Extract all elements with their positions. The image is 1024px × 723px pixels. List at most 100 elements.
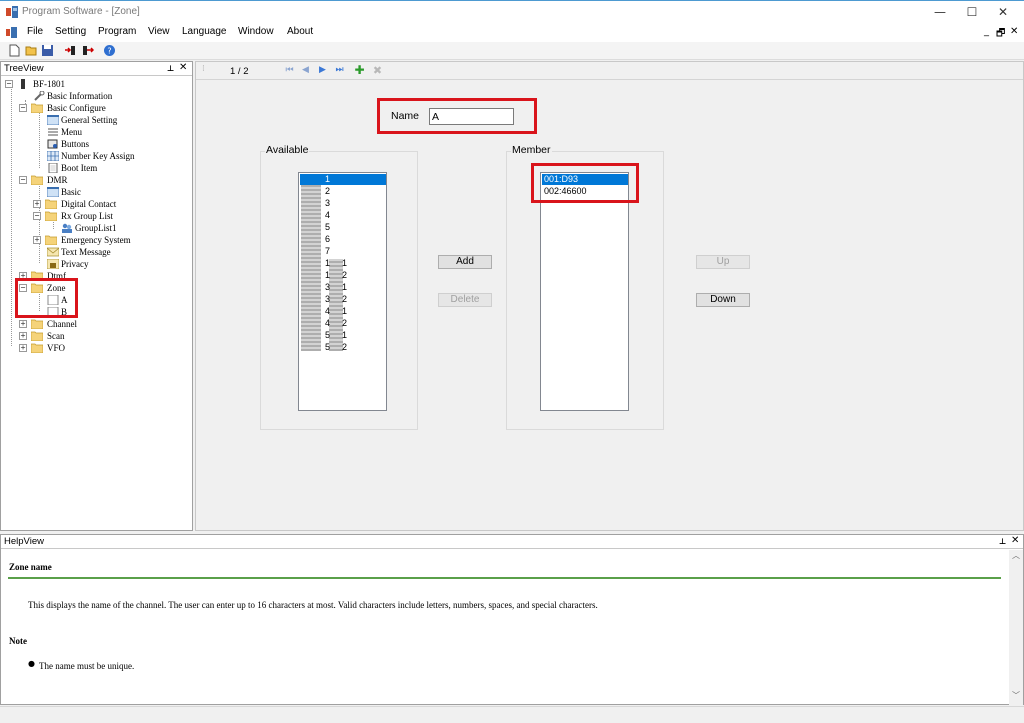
- list-item[interactable]: 1: [300, 258, 330, 269]
- first-record-icon[interactable]: ⏮: [284, 65, 295, 76]
- list-item[interactable]: 3: [300, 282, 330, 293]
- tree-node-dmr[interactable]: − DMR: [19, 174, 189, 186]
- expand-icon[interactable]: +: [19, 332, 27, 340]
- wrench-icon: [34, 91, 45, 101]
- tree-node-channel[interactable]: + Channel: [19, 318, 189, 330]
- tree-node-root[interactable]: − BF-1801: [5, 78, 185, 90]
- tree-label: VFO: [47, 343, 66, 353]
- new-icon[interactable]: [8, 44, 21, 57]
- tree-node-grouplist1[interactable]: GroupList1: [61, 222, 191, 234]
- close-icon[interactable]: ✕: [1011, 535, 1019, 546]
- list-item[interactable]: 1: [300, 270, 330, 281]
- list-item[interactable]: 4: [300, 210, 330, 221]
- next-record-icon[interactable]: ▶: [317, 65, 328, 76]
- menu-view[interactable]: View: [148, 26, 170, 37]
- mdi-minimize-button[interactable]: _: [984, 26, 989, 37]
- tree-label: Menu: [61, 127, 82, 137]
- expand-icon[interactable]: +: [33, 200, 41, 208]
- zone-editor: ⁞ 1 / 2 ⏮ ◀ ▶ ⏭ ✚ ✖ Name Available 1 2 3…: [195, 61, 1024, 531]
- save-icon[interactable]: [41, 44, 54, 57]
- menu-language[interactable]: Language: [182, 26, 227, 37]
- add-button[interactable]: Add: [438, 255, 492, 269]
- tree-node-scan[interactable]: + Scan: [19, 330, 189, 342]
- list-item-suffix: 2: [342, 318, 348, 328]
- close-icon[interactable]: ✕: [179, 62, 187, 73]
- collapse-icon[interactable]: −: [19, 176, 27, 184]
- collapse-icon[interactable]: −: [33, 212, 41, 220]
- member-list[interactable]: 001:D93 002:46600: [540, 172, 629, 411]
- tree-node-privacy[interactable]: Privacy: [47, 258, 192, 270]
- previous-record-icon[interactable]: ◀: [300, 65, 311, 76]
- tree-label: Number Key Assign: [61, 151, 135, 161]
- tree-node-general-setting[interactable]: General Setting: [47, 114, 192, 126]
- tree-node-boot-item[interactable]: Boot Item: [47, 162, 192, 174]
- highlight-member-items: [531, 163, 639, 203]
- menu-file[interactable]: File: [27, 26, 43, 37]
- highlight-zone-items: [15, 278, 78, 318]
- tree-label: Basic Configure: [47, 103, 106, 113]
- up-button[interactable]: Up: [696, 255, 750, 269]
- tree-node-dmr-basic[interactable]: Basic: [47, 186, 192, 198]
- menu-setting[interactable]: Setting: [55, 26, 86, 37]
- list-item[interactable]: 4: [300, 318, 330, 329]
- mdi-restore-button[interactable]: 🗗: [996, 26, 1005, 43]
- list-item[interactable]: 3: [300, 198, 330, 209]
- list-item-suffix: 2: [342, 342, 348, 352]
- list-item-suffix: 1: [342, 306, 348, 316]
- list-item[interactable]: 2: [300, 186, 330, 197]
- keypad-icon: [47, 151, 59, 161]
- close-window-button[interactable]: ✕: [986, 1, 1020, 23]
- scroll-up-icon[interactable]: ︿: [1012, 550, 1020, 561]
- maximize-button[interactable]: ☐: [955, 1, 989, 23]
- tree-label: General Setting: [61, 115, 118, 125]
- add-record-icon[interactable]: ✚: [354, 64, 365, 76]
- list-item[interactable]: 5: [300, 330, 330, 341]
- list-item-suffix: 2: [342, 270, 348, 280]
- list-item[interactable]: 4: [300, 306, 330, 317]
- pin-icon[interactable]: ⊥: [999, 537, 1006, 546]
- mdi-close-button[interactable]: ✕: [1010, 26, 1018, 37]
- menu-about[interactable]: About: [287, 26, 313, 37]
- menu-program[interactable]: Program: [98, 26, 136, 37]
- menu-window[interactable]: Window: [238, 26, 274, 37]
- list-item[interactable]: 7: [300, 246, 330, 257]
- available-list[interactable]: 1 2 3 4 5 6 7 1 1 3 3 4 4 5 5 1 2 1 2 1 …: [298, 172, 387, 411]
- tree-node-vfo[interactable]: + VFO: [19, 342, 189, 354]
- delete-button[interactable]: Delete: [438, 293, 492, 307]
- tree-node-basic-information[interactable]: Basic Information: [33, 90, 193, 102]
- read-radio-icon[interactable]: [64, 44, 77, 57]
- last-record-icon[interactable]: ⏭: [334, 65, 345, 76]
- down-button[interactable]: Down: [696, 293, 750, 307]
- list-item[interactable]: 1: [300, 174, 386, 185]
- tree-node-digital-contact[interactable]: + Digital Contact: [33, 198, 193, 210]
- minimize-button[interactable]: —: [923, 1, 957, 23]
- tree-node-menu[interactable]: Menu: [47, 126, 192, 138]
- write-radio-icon[interactable]: [81, 44, 94, 57]
- expand-icon[interactable]: +: [19, 344, 27, 352]
- list-item[interactable]: 3: [300, 294, 330, 305]
- help-icon[interactable]: ?: [103, 44, 116, 57]
- collapse-icon[interactable]: −: [19, 104, 27, 112]
- tree-guide: [39, 183, 40, 263]
- tree-node-text-message[interactable]: Text Message: [47, 246, 192, 258]
- settings-window-icon: [47, 187, 59, 197]
- tree-node-emergency-system[interactable]: + Emergency System: [33, 234, 193, 246]
- tree-node-number-key-assign[interactable]: Number Key Assign: [47, 150, 192, 162]
- tree-node-buttons[interactable]: Buttons: [47, 138, 192, 150]
- expand-icon[interactable]: +: [33, 236, 41, 244]
- record-navigator: ⁞ 1 / 2 ⏮ ◀ ▶ ⏭ ✚ ✖: [196, 62, 1023, 80]
- pin-icon[interactable]: ⊥: [167, 64, 174, 73]
- list-item[interactable]: 5: [300, 222, 330, 233]
- help-scrollbar[interactable]: ︿ ﹀: [1009, 550, 1023, 705]
- tree-label: Scan: [47, 331, 65, 341]
- tree-node-basic-configure[interactable]: − Basic Configure: [19, 102, 189, 114]
- list-item[interactable]: 6: [300, 234, 330, 245]
- delete-record-icon[interactable]: ✖: [372, 65, 383, 76]
- tree-node-rx-group-list[interactable]: − Rx Group List: [33, 210, 193, 222]
- list-item[interactable]: 5: [300, 342, 330, 353]
- helpview-panel: HelpView ⊥ ✕ Zone name This displays the…: [0, 534, 1024, 705]
- scroll-down-icon[interactable]: ﹀: [1012, 690, 1020, 701]
- collapse-icon[interactable]: −: [5, 80, 13, 88]
- expand-icon[interactable]: +: [19, 320, 27, 328]
- open-icon[interactable]: [25, 44, 38, 57]
